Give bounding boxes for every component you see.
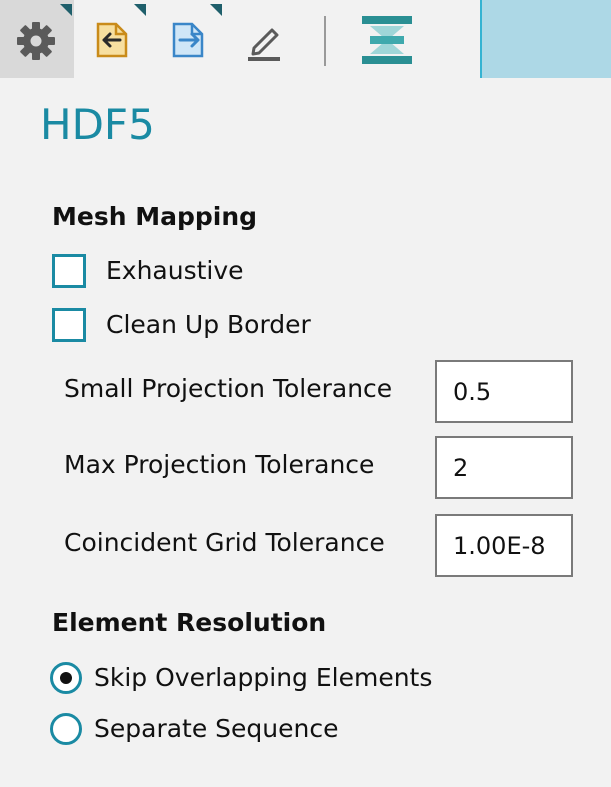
max-projection-tolerance-input[interactable] <box>435 436 573 499</box>
export-button[interactable] <box>162 0 222 78</box>
skip-overlapping-radio[interactable] <box>50 662 82 694</box>
small-projection-tolerance-input[interactable] <box>435 360 573 423</box>
toolbar <box>0 0 611 78</box>
radio-selected-dot <box>60 672 72 684</box>
settings-button[interactable] <box>0 0 74 78</box>
import-icon <box>96 22 128 58</box>
import-button[interactable] <box>86 0 146 78</box>
edit-button[interactable] <box>236 0 296 78</box>
hourglass-icon <box>362 16 412 64</box>
clean-up-border-checkbox[interactable] <box>52 308 86 342</box>
separate-sequence-label: Separate Sequence <box>94 714 339 743</box>
coincident-grid-tolerance-label: Coincident Grid Tolerance <box>64 528 385 557</box>
dropdown-corner-icon <box>60 4 72 16</box>
mesh-mapping-heading: Mesh Mapping <box>52 202 258 231</box>
sequence-button[interactable] <box>356 0 416 78</box>
element-resolution-heading: Element Resolution <box>52 608 327 637</box>
max-projection-tolerance-label: Max Projection Tolerance <box>64 450 375 479</box>
max-projection-tolerance-row: Max Projection Tolerance <box>64 436 574 500</box>
coincident-grid-tolerance-row: Coincident Grid Tolerance <box>64 514 574 578</box>
page-title: HDF5 <box>40 100 155 149</box>
coincident-grid-tolerance-input[interactable] <box>435 514 573 577</box>
export-icon <box>172 22 204 58</box>
separate-sequence-radio[interactable] <box>50 713 82 745</box>
clean-up-border-label: Clean Up Border <box>106 310 311 339</box>
dropdown-corner-icon <box>134 4 146 16</box>
dropdown-corner-icon <box>210 4 222 16</box>
exhaustive-checkbox[interactable] <box>52 254 86 288</box>
gear-icon <box>17 22 55 60</box>
skip-overlapping-label: Skip Overlapping Elements <box>94 663 433 692</box>
small-projection-tolerance-label: Small Projection Tolerance <box>64 374 393 403</box>
pencil-icon <box>248 28 280 61</box>
small-projection-tolerance-row: Small Projection Tolerance <box>64 360 574 424</box>
exhaustive-label: Exhaustive <box>106 256 244 285</box>
toolbar-highlight-panel <box>480 0 611 78</box>
toolbar-divider <box>324 16 326 66</box>
